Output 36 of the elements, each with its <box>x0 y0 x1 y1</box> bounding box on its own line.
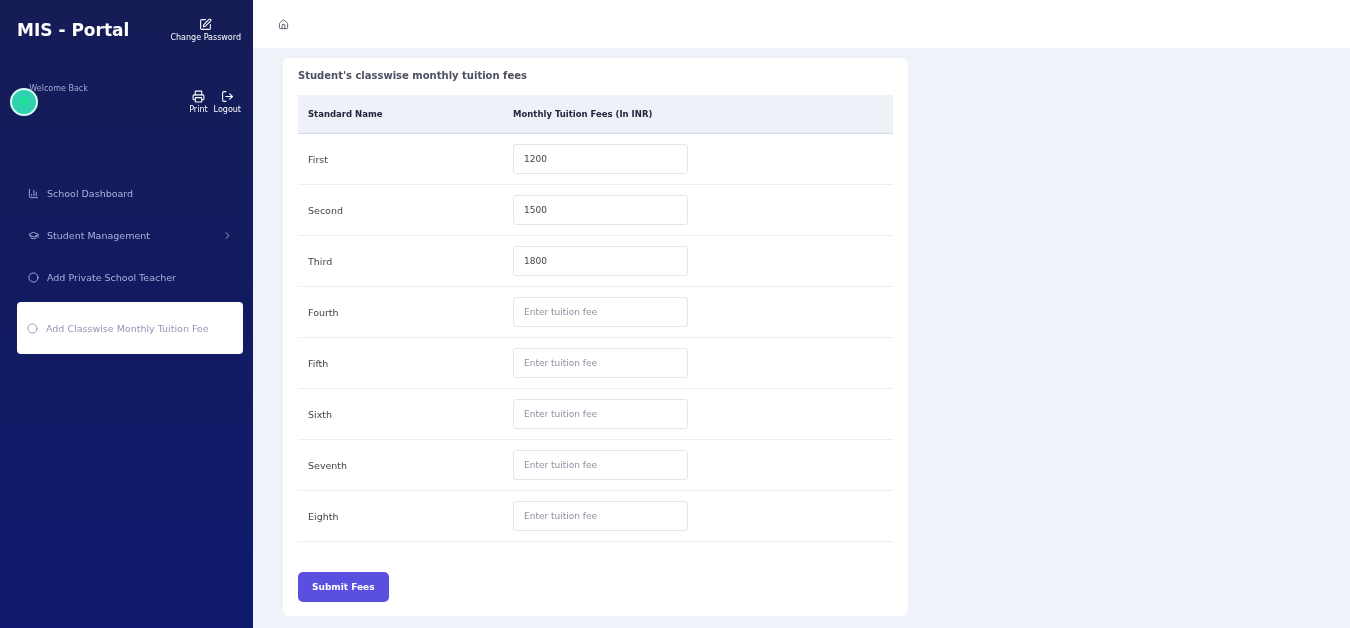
sidebar-item[interactable]: School Dashboard <box>18 176 243 210</box>
fee-input[interactable]: Enter tuition fee <box>513 450 688 480</box>
edit-icon <box>199 18 213 31</box>
home-icon[interactable] <box>278 18 289 30</box>
change-password-button[interactable]: Change Password <box>170 18 241 42</box>
printer-icon <box>191 90 205 103</box>
chart-icon <box>28 187 39 199</box>
standard-name: First <box>308 153 329 165</box>
circle-icon <box>27 322 38 334</box>
print-button[interactable]: Print <box>189 90 208 114</box>
fee-input[interactable]: Enter tuition fee <box>513 297 688 327</box>
circle-icon <box>28 271 39 283</box>
standard-name: Fifth <box>308 357 330 369</box>
submit-button[interactable]: Submit Fees <box>298 572 389 602</box>
fee-input[interactable]: 1200 <box>513 144 688 174</box>
standard-name: Second <box>308 204 344 216</box>
column-header: Standard Name <box>308 109 384 119</box>
standard-name: Eighth <box>308 510 340 522</box>
standard-name: Seventh <box>308 459 349 471</box>
card-title: Student's classwise monthly tuition fees <box>298 70 528 81</box>
sidebar-item[interactable]: Student Management <box>18 218 243 252</box>
logout-icon <box>220 90 234 103</box>
standard-name: Fourth <box>308 306 340 318</box>
fee-input[interactable]: 1500 <box>513 195 688 225</box>
fee-input[interactable]: Enter tuition fee <box>513 348 688 378</box>
column-header: Monthly Tuition Fees (In INR) <box>513 109 654 119</box>
fee-input[interactable]: 1800 <box>513 246 688 276</box>
sidebar-item[interactable]: Add Private School Teacher <box>18 260 243 294</box>
logout-button[interactable]: Logout <box>213 90 241 114</box>
graduation-cap-icon <box>28 229 39 241</box>
fee-input[interactable]: Enter tuition fee <box>513 399 688 429</box>
fee-input[interactable]: Enter tuition fee <box>513 501 688 531</box>
welcome-text: Welcome Back <box>29 83 88 93</box>
standard-name: Sixth <box>308 408 334 420</box>
brand-title: MIS - Portal <box>17 20 130 40</box>
standard-name: Third <box>308 255 334 267</box>
